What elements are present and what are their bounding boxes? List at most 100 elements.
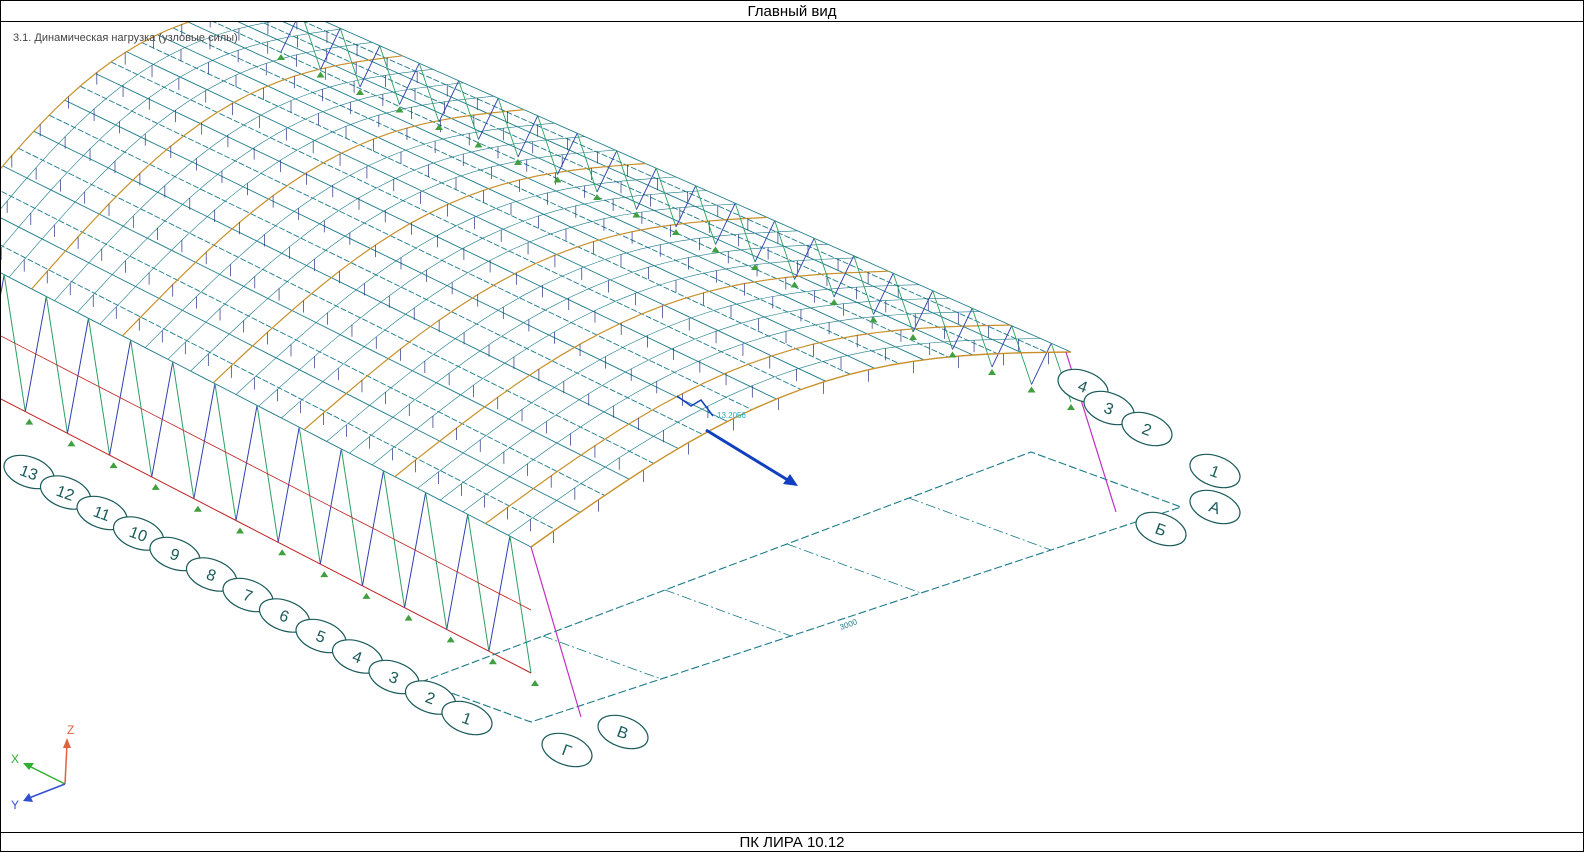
front-chord: [404, 544, 447, 567]
support-symbol: [404, 614, 413, 621]
roof-arch-line: [167, 136, 585, 360]
roof-longitudinal-line: [282, 22, 1023, 354]
ground-plan-axis: [786, 543, 922, 594]
back-bracing: [774, 220, 795, 280]
support-symbol: [988, 369, 996, 375]
roof-arch-line: [31, 55, 403, 290]
front-chord: [25, 348, 68, 371]
support-symbol: [435, 124, 443, 130]
support-symbol: [356, 89, 364, 95]
structural-model-scene[interactable]: 300013.2056131211109876543214321АБВГ: [1, 22, 1583, 832]
ground-plan-axis: [908, 497, 1052, 551]
back-bracing: [458, 80, 479, 140]
support-symbol: [109, 462, 118, 469]
front-chord: [67, 370, 110, 393]
roof-arch-line: [122, 109, 525, 337]
roof-arch-line: [190, 149, 616, 372]
roof-arch-line: [212, 162, 646, 384]
front-chord: [151, 413, 195, 437]
front-chord: [109, 391, 152, 415]
roof-arch-line: [54, 69, 433, 301]
support-symbol: [672, 229, 680, 235]
roof-arch-line: [258, 190, 707, 407]
back-bracing: [695, 185, 716, 245]
load-value-label: 13.2056: [717, 411, 746, 420]
back-bracing: [497, 98, 519, 158]
window-title: Главный вид: [1, 1, 1583, 22]
roof-arch-line: [235, 176, 677, 395]
support-symbol: [711, 246, 720, 253]
back-bracing: [537, 115, 558, 175]
z-axis-label: Z: [67, 723, 74, 737]
support-symbol: [869, 316, 878, 323]
support-symbol: [236, 527, 244, 534]
x-axis-label: X: [11, 752, 19, 766]
support-symbol: [277, 54, 285, 60]
back-bracing: [715, 203, 736, 245]
back-bracing: [596, 150, 618, 193]
roof-longitudinal-line: [1, 244, 556, 531]
front-chord: [320, 500, 363, 524]
front-chord: [362, 522, 405, 545]
support-symbol: [790, 281, 799, 288]
support-symbol: [1067, 404, 1075, 410]
back-bracing: [418, 63, 440, 123]
support-symbol: [593, 194, 601, 200]
support-symbol: [1027, 386, 1036, 393]
front-chord: [235, 457, 279, 480]
front-chord: [488, 587, 532, 611]
status-bar-app-name: ПК ЛИРА 10.12: [1, 832, 1583, 852]
support-symbol: [474, 141, 483, 148]
z-axis-line: [64, 743, 68, 785]
roof-arch-line: [440, 297, 950, 501]
back-bracing: [359, 45, 381, 88]
support-symbol: [362, 592, 371, 599]
front-chord: [446, 566, 490, 589]
roof-arch-line: [508, 338, 1041, 536]
back-bracing: [478, 98, 499, 140]
front-bracing: [1, 274, 5, 296]
roof-arch-line: [530, 351, 1072, 548]
roof-arch-line: [303, 216, 768, 431]
ground-plan-axis: [664, 589, 792, 637]
y-axis-label: Y: [11, 798, 19, 812]
support-symbol: [531, 680, 539, 686]
back-bracing: [576, 133, 598, 193]
front-chord: [1, 398, 26, 413]
roof-arch-line: [417, 284, 920, 489]
support-symbol: [446, 636, 455, 643]
end-column: [530, 546, 582, 718]
back-bracing: [339, 28, 361, 88]
y-axis-line: [28, 783, 66, 799]
z-axis-arrow: [63, 738, 71, 748]
roof-arch-line: [372, 257, 859, 466]
support-symbol: [193, 505, 202, 512]
front-chord: [193, 435, 237, 458]
x-axis-arrow: [23, 763, 34, 770]
roof-longitudinal-line: [212, 22, 949, 358]
end-gable-arch: [530, 351, 1072, 548]
back-bracing: [1011, 325, 1032, 385]
model-viewport[interactable]: 3000 13.2056 13 12 11 10 9 8 7 6 5 4 3 2 1 4 3 2 1 А Б В Г 3.1…: [1, 22, 1583, 832]
support-symbol: [830, 299, 838, 305]
roof-arch-line: [1, 28, 342, 249]
support-symbol: [25, 418, 34, 425]
front-chord: [277, 478, 321, 502]
main-view-window: Главный вид 3000 13.2056 13 12 11 10 9 8 7 6 5 4 3 2 1…: [0, 0, 1584, 852]
support-symbol: [909, 334, 917, 340]
support-symbol: [151, 483, 160, 490]
support-symbol: [488, 658, 497, 665]
support-symbol: [316, 71, 325, 78]
back-bracing: [438, 80, 460, 123]
axis-triad: Z X Y: [11, 723, 74, 812]
support-symbol: [278, 549, 287, 556]
support-symbol: [67, 440, 76, 447]
support-symbol: [320, 571, 329, 578]
back-bracing: [734, 203, 756, 263]
roof-arch-line: [326, 230, 798, 442]
ground-plan-axis: [542, 635, 662, 680]
back-bracing: [517, 115, 539, 158]
back-bracing: [399, 63, 420, 105]
load-case-label: 3.1. Динамическая нагрузка (узловые силы…: [13, 32, 238, 44]
load-arrow-line: [705, 428, 792, 484]
